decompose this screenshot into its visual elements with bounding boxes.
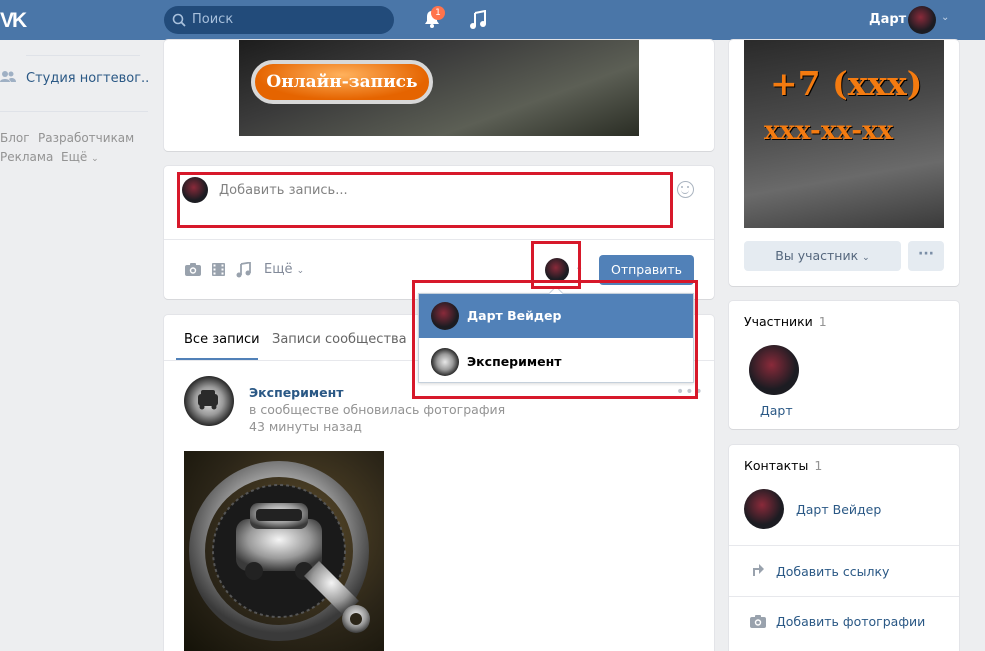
user-name: Дарт bbox=[869, 12, 907, 27]
community-avatar[interactable] bbox=[184, 376, 234, 426]
members-title[interactable]: Участники 1 bbox=[744, 314, 827, 329]
link-icon bbox=[753, 564, 764, 576]
sidebar-item-label: Студия ногтевог.. bbox=[26, 71, 150, 86]
post-author[interactable]: Эксперимент bbox=[249, 385, 343, 400]
divider bbox=[164, 239, 714, 240]
add-link-button[interactable]: Добавить ссылку bbox=[776, 564, 889, 579]
notifications-button[interactable]: 1 bbox=[423, 6, 445, 33]
contacts-count: 1 bbox=[814, 458, 823, 473]
contacts-title[interactable]: Контакты 1 bbox=[744, 458, 822, 473]
music-icon bbox=[470, 9, 486, 29]
search-icon bbox=[172, 13, 186, 27]
divider bbox=[729, 545, 959, 546]
member-label: Вы участник bbox=[775, 248, 859, 263]
footer-link-developers[interactable]: Разработчикам bbox=[38, 131, 134, 145]
members-count: 1 bbox=[818, 314, 827, 329]
contacts-label: Контакты bbox=[744, 458, 809, 473]
divider bbox=[0, 111, 148, 112]
divider bbox=[26, 55, 140, 56]
chevron-down-icon: ⌄ bbox=[296, 266, 305, 276]
members-label: Участники bbox=[744, 314, 813, 329]
divider bbox=[729, 596, 959, 597]
music-button[interactable] bbox=[469, 9, 487, 34]
online-booking-button[interactable]: Онлайн-запись bbox=[251, 60, 433, 104]
contact-name[interactable]: Дарт Вейдер bbox=[796, 502, 881, 517]
car-wrench-logo-icon bbox=[189, 461, 370, 641]
post-timestamp[interactable]: 43 минуты назад bbox=[249, 419, 362, 434]
more-label: Ещё bbox=[264, 262, 293, 277]
more-actions-button[interactable]: ··· bbox=[908, 241, 944, 271]
music-icon[interactable] bbox=[236, 262, 251, 278]
footer-more-label: Ещё bbox=[61, 150, 88, 164]
member-avatar[interactable] bbox=[749, 345, 799, 395]
more-attachments-button[interactable]: Ещё ⌄ bbox=[264, 262, 304, 277]
footer-link-more[interactable]: Ещё ⌄ bbox=[61, 150, 99, 164]
member-name[interactable]: Дарт bbox=[760, 403, 793, 418]
people-icon bbox=[0, 71, 16, 82]
chevron-down-icon: ⌄ bbox=[91, 154, 99, 164]
top-bar: VK Поиск 1 Дарт ⌄ bbox=[0, 0, 985, 40]
tab-all-posts[interactable]: Все записи bbox=[184, 332, 260, 347]
tab-community-posts[interactable]: Записи сообщества bbox=[272, 332, 407, 347]
chevron-down-icon: ⌄ bbox=[941, 12, 950, 23]
chevron-down-icon: ⌄ bbox=[862, 253, 870, 263]
emoji-icon[interactable] bbox=[677, 181, 694, 198]
add-photos-button[interactable]: Добавить фотографии bbox=[776, 614, 925, 629]
cover-phone-line2: xxx-xx-xx bbox=[764, 116, 894, 146]
avatar bbox=[908, 6, 936, 34]
cover-phone-line1: +7 (xxx) bbox=[770, 64, 923, 103]
search-input[interactable]: Поиск bbox=[164, 6, 394, 34]
notification-badge: 1 bbox=[431, 6, 445, 20]
highlight-box-input bbox=[177, 172, 673, 228]
camera-icon bbox=[750, 615, 766, 628]
camera-icon[interactable] bbox=[184, 262, 202, 277]
footer-link-ads[interactable]: Реклама bbox=[0, 150, 53, 164]
banner-image[interactable]: Онлайн-запись bbox=[239, 40, 639, 136]
post-photo[interactable] bbox=[184, 451, 384, 651]
search-placeholder: Поиск bbox=[192, 12, 234, 27]
car-wrench-icon bbox=[198, 390, 218, 410]
footer-link-blog[interactable]: Блог bbox=[0, 131, 30, 145]
vk-logo[interactable]: VK bbox=[0, 9, 27, 33]
highlight-box-dropdown bbox=[412, 280, 698, 399]
group-cover-image[interactable]: +7 (xxx) xxx-xx-xx bbox=[744, 40, 944, 228]
member-status-button[interactable]: Вы участник ⌄ bbox=[744, 241, 901, 271]
video-icon[interactable] bbox=[211, 262, 226, 277]
contact-avatar[interactable] bbox=[744, 489, 784, 529]
post-subtitle: в сообществе обновилась фотография bbox=[249, 402, 506, 417]
